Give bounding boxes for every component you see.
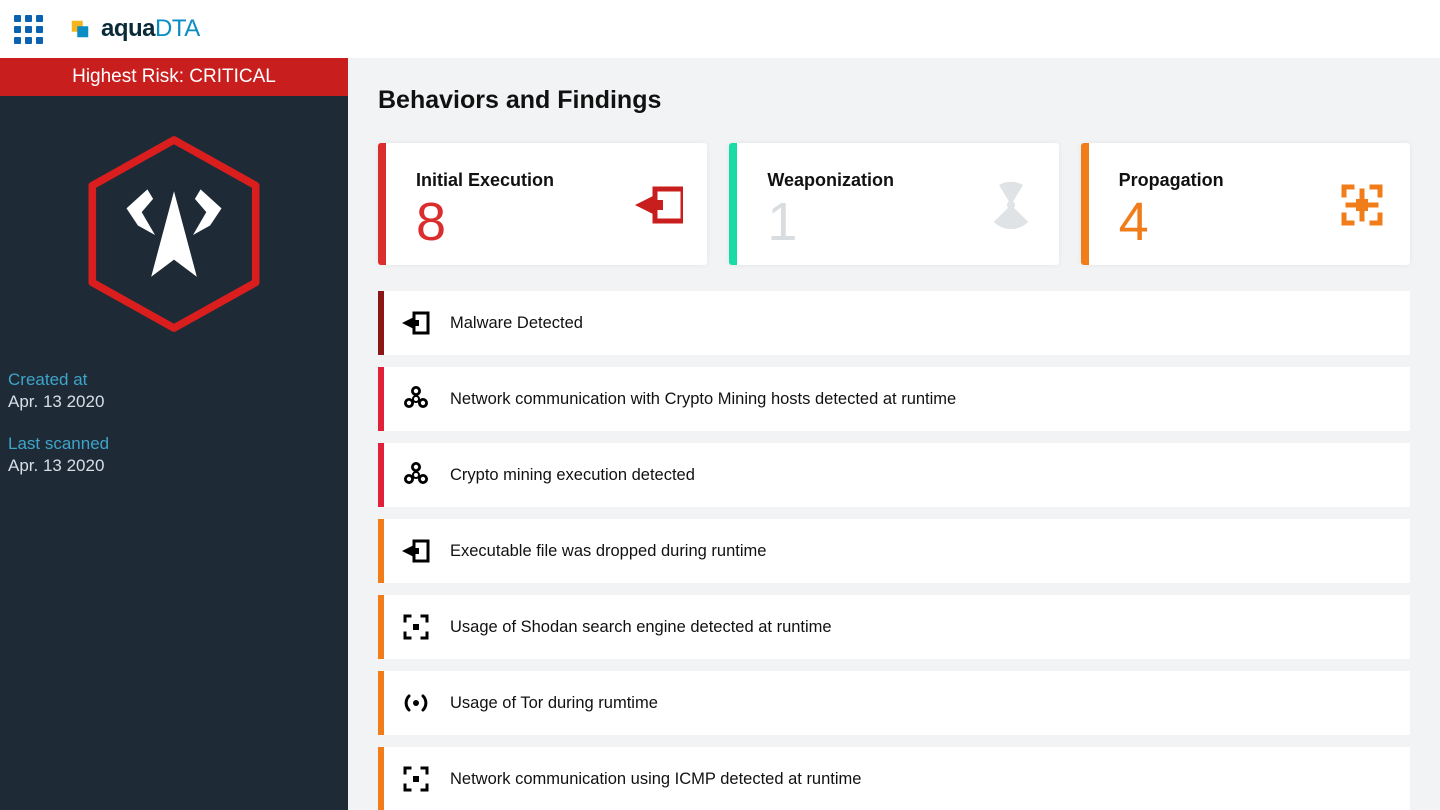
- brand[interactable]: aquaDTA: [69, 15, 200, 43]
- topbar: aquaDTA: [0, 0, 1440, 58]
- created-label: Created at: [8, 370, 340, 390]
- biohazard-icon: [402, 461, 430, 489]
- created-value: Apr. 13 2020: [8, 392, 340, 412]
- card-weaponization[interactable]: Weaponization 1: [729, 143, 1058, 265]
- finding-row[interactable]: Network communication using ICMP detecte…: [378, 747, 1410, 810]
- scanned-value: Apr. 13 2020: [8, 456, 340, 476]
- finding-text: Usage of Tor during rumtime: [450, 694, 658, 713]
- finding-row[interactable]: Network communication with Crypto Mining…: [378, 367, 1410, 431]
- meta-scanned: Last scanned Apr. 13 2020: [8, 434, 340, 476]
- scanned-label: Last scanned: [8, 434, 340, 454]
- card-title: Weaponization: [767, 170, 894, 191]
- finding-text: Network communication with Crypto Mining…: [450, 390, 956, 409]
- meta-created: Created at Apr. 13 2020: [8, 370, 340, 412]
- main: Behaviors and Findings Initial Execution…: [348, 58, 1440, 810]
- threat-hexagon: [0, 96, 348, 370]
- page-title: Behaviors and Findings: [378, 86, 1410, 115]
- card-initial-execution[interactable]: Initial Execution 8: [378, 143, 707, 265]
- finding-text: Malware Detected: [450, 314, 583, 333]
- content: Highest Risk: CRITICAL Created at Apr. 1…: [0, 58, 1440, 810]
- target-icon: [402, 309, 430, 337]
- target-icon: [635, 181, 683, 229]
- brand-name-light: DTA: [155, 15, 200, 42]
- finding-row[interactable]: Usage of Tor during rumtime: [378, 671, 1410, 735]
- risk-banner: Highest Risk: CRITICAL: [0, 58, 348, 96]
- sidebar: Highest Risk: CRITICAL Created at Apr. 1…: [0, 58, 348, 810]
- summary-cards: Initial Execution 8 Weaponization 1: [378, 143, 1410, 265]
- radiation-icon: [987, 181, 1035, 229]
- findings-list: Malware Detected Network communication wi…: [378, 291, 1410, 810]
- propagate-icon: [402, 613, 430, 641]
- brand-name-bold: aqua: [101, 15, 155, 42]
- finding-row[interactable]: Malware Detected: [378, 291, 1410, 355]
- apps-grid-icon[interactable]: [14, 15, 43, 44]
- biohazard-icon: [402, 385, 430, 413]
- broadcast-icon: [402, 689, 430, 717]
- finding-text: Usage of Shodan search engine detected a…: [450, 618, 832, 637]
- finding-text: Network communication using ICMP detecte…: [450, 770, 861, 789]
- card-value: 4: [1119, 195, 1224, 249]
- threat-hexagon-icon: [79, 134, 269, 334]
- card-value: 1: [767, 195, 894, 249]
- finding-row[interactable]: Usage of Shodan search engine detected a…: [378, 595, 1410, 659]
- card-title: Initial Execution: [416, 170, 554, 191]
- sidebar-meta: Created at Apr. 13 2020 Last scanned Apr…: [0, 370, 348, 498]
- finding-text: Executable file was dropped during runti…: [450, 542, 766, 561]
- target-icon: [402, 537, 430, 565]
- propagate-icon: [1338, 181, 1386, 229]
- card-value: 8: [416, 195, 554, 249]
- brand-text: aquaDTA: [101, 15, 200, 43]
- card-title: Propagation: [1119, 170, 1224, 191]
- brand-logo-icon: [69, 18, 91, 40]
- finding-row[interactable]: Executable file was dropped during runti…: [378, 519, 1410, 583]
- propagate-icon: [402, 765, 430, 793]
- finding-text: Crypto mining execution detected: [450, 466, 695, 485]
- card-propagation[interactable]: Propagation 4: [1081, 143, 1410, 265]
- finding-row[interactable]: Crypto mining execution detected: [378, 443, 1410, 507]
